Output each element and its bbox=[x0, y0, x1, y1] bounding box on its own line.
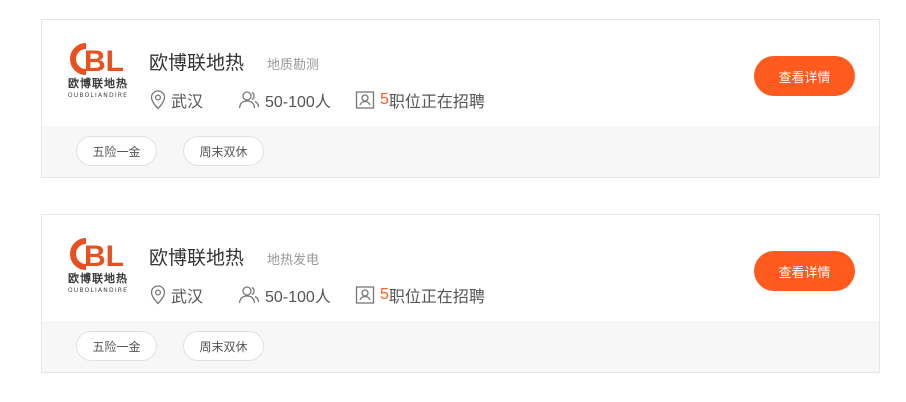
company-jobs[interactable]: 5 职位正在招聘 bbox=[355, 89, 485, 111]
company-card[interactable]: BL 欧博联地热 OUBOLIANDIRE 欧博联地热 地质勘测 武汉 50-1… bbox=[41, 19, 880, 178]
benefit-tag: 五险一金 bbox=[76, 136, 157, 166]
company-jobs[interactable]: 5 职位正在招聘 bbox=[355, 284, 485, 306]
logo-letters: BL bbox=[84, 240, 124, 271]
logo-mark-icon: BL bbox=[70, 238, 124, 271]
briefcase-icon bbox=[355, 286, 375, 304]
company-location: 武汉 bbox=[150, 89, 203, 111]
job-count-label: 职位正在招聘 bbox=[388, 94, 485, 111]
company-city: 武汉 bbox=[171, 94, 204, 111]
company-name[interactable]: 欧博联地热 bbox=[149, 243, 244, 270]
company-city: 武汉 bbox=[171, 289, 204, 306]
view-details-button[interactable]: 查看详情 bbox=[754, 251, 855, 291]
company-benefits: 五险一金 周末双休 bbox=[42, 321, 879, 372]
company-benefits: 五险一金 周末双休 bbox=[42, 126, 879, 177]
company-card[interactable]: BL 欧博联地热 OUBOLIANDIRE 欧博联地热 地热发电 武汉 50-1… bbox=[41, 214, 880, 373]
company-name[interactable]: 欧博联地热 bbox=[149, 48, 244, 75]
company-card-header: BL 欧博联地热 OUBOLIANDIRE 欧博联地热 地质勘测 武汉 50-1… bbox=[42, 20, 879, 128]
location-pin-icon bbox=[150, 285, 166, 305]
company-location: 武汉 bbox=[150, 284, 203, 306]
location-pin-icon bbox=[150, 90, 166, 110]
company-size: 50-100人 bbox=[238, 284, 331, 306]
logo-en-text: OUBOLIANDIRE bbox=[67, 92, 129, 99]
view-details-button[interactable]: 查看详情 bbox=[754, 56, 855, 96]
people-icon bbox=[238, 91, 260, 109]
job-count-label: 职位正在招聘 bbox=[388, 289, 485, 306]
company-size-text: 50-100人 bbox=[265, 289, 331, 306]
company-industry: 地热发电 bbox=[267, 252, 320, 267]
logo-cn-text: 欧博联地热 bbox=[68, 272, 128, 285]
company-industry: 地质勘测 bbox=[267, 57, 320, 72]
company-card-header: BL 欧博联地热 OUBOLIANDIRE 欧博联地热 地热发电 武汉 50-1… bbox=[42, 215, 879, 323]
company-size-text: 50-100人 bbox=[265, 94, 331, 111]
company-logo[interactable]: BL 欧博联地热 OUBOLIANDIRE bbox=[64, 237, 132, 297]
logo-letters: BL bbox=[84, 45, 124, 76]
logo-en-text: OUBOLIANDIRE bbox=[67, 287, 129, 294]
briefcase-icon bbox=[355, 91, 375, 109]
logo-cn-text: 欧博联地热 bbox=[68, 77, 128, 90]
logo-mark-icon: BL bbox=[70, 43, 124, 76]
benefit-tag: 周末双休 bbox=[183, 136, 264, 166]
benefit-tag: 五险一金 bbox=[76, 331, 157, 361]
benefit-tag: 周末双休 bbox=[183, 331, 264, 361]
people-icon bbox=[238, 286, 260, 304]
job-count: 5 bbox=[380, 91, 389, 108]
company-size: 50-100人 bbox=[238, 89, 331, 111]
company-logo[interactable]: BL 欧博联地热 OUBOLIANDIRE bbox=[64, 42, 132, 102]
job-count: 5 bbox=[380, 286, 389, 303]
